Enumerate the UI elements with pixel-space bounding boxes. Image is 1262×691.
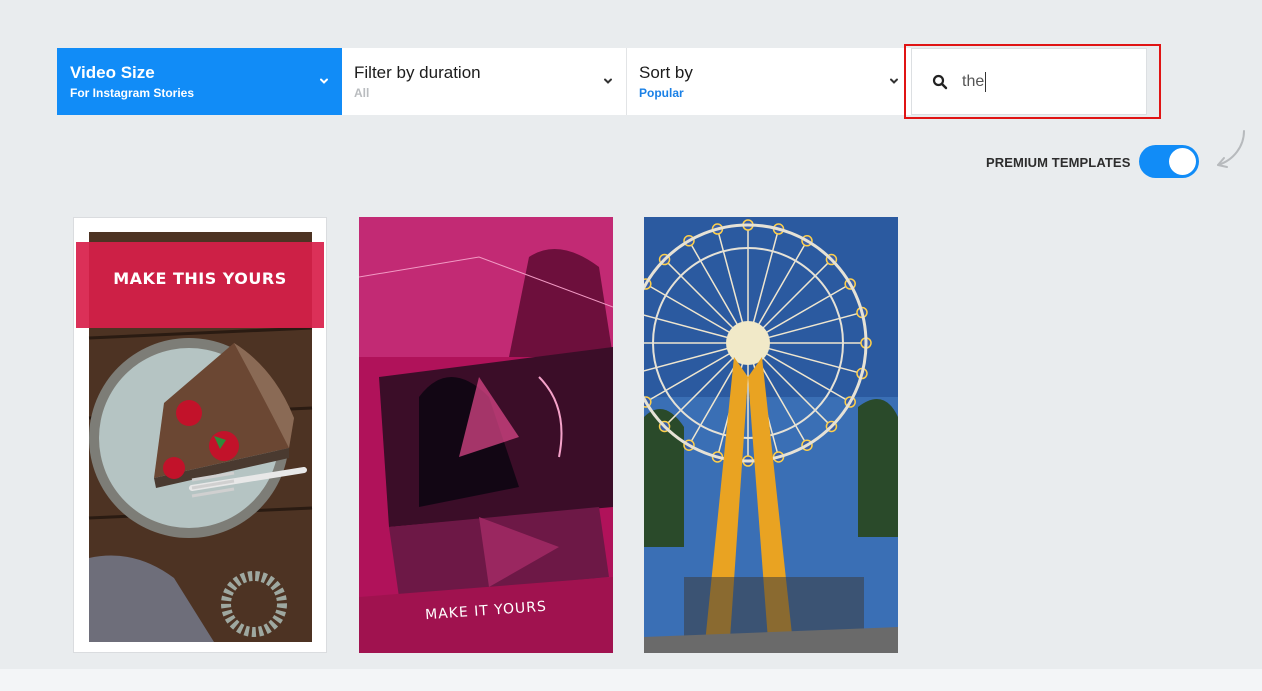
template-title: MAKE THIS YOURS [113, 269, 287, 288]
sort-title: Sort by [639, 63, 693, 82]
text-caret [985, 72, 986, 92]
chevron-down-icon [604, 78, 612, 84]
template-thumbnail-neon [359, 217, 613, 653]
sort-dropdown[interactable]: Sort by Popular [627, 48, 912, 115]
duration-dropdown[interactable]: Filter by duration All [342, 48, 627, 115]
premium-templates-toggle[interactable] [1139, 145, 1199, 178]
video-size-dropdown[interactable]: Video Size For Instagram Stories [57, 48, 342, 115]
curved-arrow-icon [1217, 130, 1245, 168]
template-card[interactable]: MAKE IT YOURS [359, 217, 613, 653]
sort-value: Popular [639, 86, 684, 100]
premium-templates-label: PREMIUM TEMPLATES [986, 155, 1131, 170]
template-card[interactable] [644, 217, 898, 653]
duration-title: Filter by duration [354, 63, 481, 82]
chevron-down-icon [890, 78, 898, 84]
duration-value: All [354, 86, 370, 100]
toggle-knob [1169, 148, 1196, 175]
search-input[interactable] [962, 71, 1132, 93]
video-size-title: Video Size [70, 63, 155, 82]
search-box[interactable] [911, 48, 1147, 115]
search-icon [932, 74, 948, 90]
template-card[interactable]: MAKE THIS YOURS [73, 217, 327, 653]
video-size-value: For Instagram Stories [70, 86, 195, 100]
template-thumbnail-ferris-wheel [644, 217, 898, 653]
footer-strip [0, 669, 1262, 691]
chevron-down-icon [320, 78, 328, 84]
